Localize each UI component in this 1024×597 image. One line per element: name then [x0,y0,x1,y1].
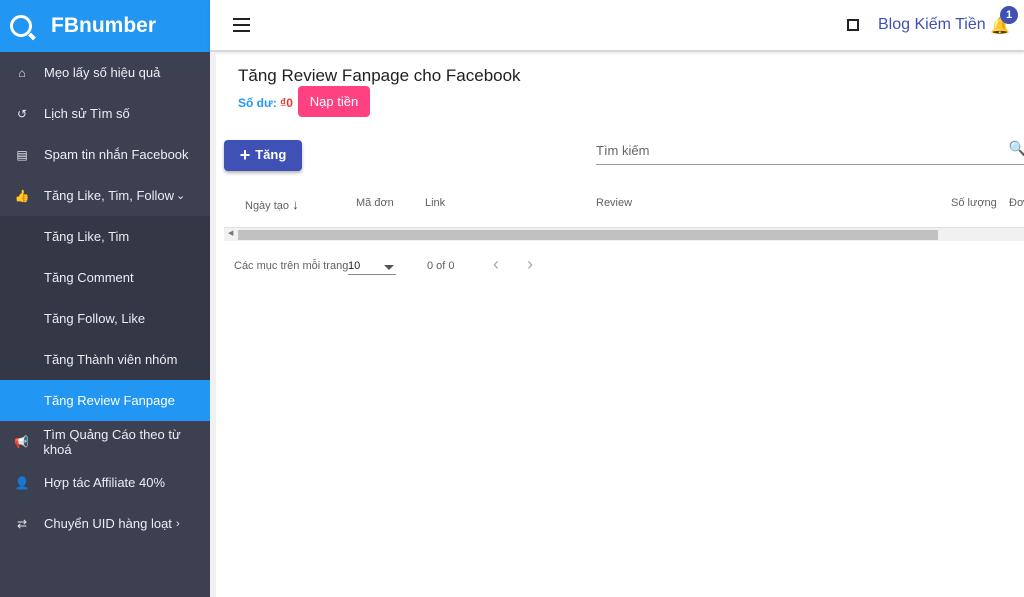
items-per-page-label: Các mục trên mỗi trang [234,260,349,272]
search-icon[interactable]: 🔍 [1009,140,1024,157]
sidebar-item-label: Tìm Quảng Cáo theo từ khoá [43,426,181,457]
balance-label: Số dư: [238,96,281,110]
previous-page-icon[interactable]: ‹ [493,254,499,275]
sidebar-item-spam[interactable]: ▤ Spam tin nhắn Facebook [0,134,210,175]
history-icon: ↺ [16,106,28,121]
submenu-label: Tăng Like, Tim [44,229,130,244]
sidebar-item-history[interactable]: ↺ Lịch sử Tìm số [0,93,210,134]
sidebar-item-label: Chuyển UID hàng loạt [44,516,172,531]
logo-search-phone-icon [10,15,32,37]
topup-button[interactable]: Nạp tiền [298,86,370,117]
submenu-label: Tăng Follow, Like [44,311,146,326]
column-header-link[interactable]: Link [425,197,445,209]
balance: Số dư: ₫0 [238,96,293,110]
megaphone-icon: 📢 [14,434,30,449]
blog-link[interactable]: Blog Kiếm Tiền [878,16,986,34]
thumb-up-icon: 👍 [14,188,30,203]
sidebar-item-label: Lịch sử Tìm số [44,106,130,121]
hamburger-menu-icon[interactable] [233,18,250,36]
column-header-order[interactable]: Mã đơn [356,197,394,209]
message-icon: ▤ [16,147,28,162]
submenu-item-comment[interactable]: Tăng Comment [0,257,210,298]
horizontal-scrollbar[interactable]: ◀ [224,227,1024,241]
balance-value: ₫0 [280,96,293,110]
search-input[interactable] [596,143,996,158]
sidebar-item-label: Mẹo lấy số hiệu quả [44,65,161,80]
chevron-down-icon: ⌄ [176,190,186,202]
column-header-quantity[interactable]: Số lượng [951,197,997,209]
sidebar-item-affiliate[interactable]: 👤 Hợp tác Affiliate 40% [0,462,210,503]
sidebar-item-uid[interactable]: ⇄ Chuyển UID hàng loạt › [0,503,210,544]
notification-badge: 1 [1000,6,1018,24]
sidebar: FBnumber ⌂ Mẹo lấy số hiệu quả ↺ Lịch sử T… [0,0,210,597]
home-icon: ⌂ [18,65,26,80]
scroll-left-icon[interactable]: ◀ [228,229,233,237]
column-header-review[interactable]: Review [596,197,632,209]
sidebar-item-label: Tăng Like, Tim, Follow [44,188,175,203]
submenu-label: Tăng Thành viên nhóm [44,352,178,367]
next-page-icon[interactable]: › [527,254,533,275]
brand[interactable]: FBnumber [0,0,210,52]
submenu-item-follow[interactable]: Tăng Follow, Like [0,298,210,339]
header-label: Ngày tạo [245,200,290,212]
add-label: Tăng [255,147,287,162]
column-header-extra[interactable]: Đơn [1009,197,1024,209]
sidebar-item-like[interactable]: 👍 Tăng Like, Tim, Follow ⌄ [0,175,210,216]
items-per-page-select[interactable]: 10 [348,256,396,275]
sidebar-item-label: Spam tin nhắn Facebook [44,147,189,162]
submenu-item-group[interactable]: Tăng Thành viên nhóm [0,339,210,380]
page-range: 0 of 0 [427,260,455,272]
submenu: Tăng Like, Tim Tăng Comment Tăng Follow,… [0,216,210,421]
add-order-button[interactable]: + Tăng [224,140,302,171]
sidebar-item-label: Hợp tác Affiliate 40% [44,475,166,490]
scrollbar-thumb[interactable] [238,230,938,240]
submenu-label: Tăng Review Fanpage [44,393,175,408]
fullscreen-icon[interactable] [847,19,859,31]
chevron-right-icon: › [176,517,180,530]
person-add-icon: 👤 [14,475,30,490]
plus-icon: + [239,145,256,165]
topbar: Blog Kiếm Tiền 🔔 1 [210,0,1024,52]
submenu-label: Tăng Comment [44,270,134,285]
main-content: Tăng Review Fanpage cho Facebook Số dư: … [216,54,1024,597]
brand-name: FBnumber [51,14,156,37]
search-field: 🔍 [596,140,1024,165]
page-title: Tăng Review Fanpage cho Facebook [238,66,521,85]
submenu-item-like-tim[interactable]: Tăng Like, Tim [0,216,210,257]
arrow-down-icon: ↓ [292,197,299,212]
swap-icon: ⇄ [16,516,28,531]
sidebar-item-tips[interactable]: ⌂ Mẹo lấy số hiệu quả [0,52,210,93]
submenu-item-review[interactable]: Tăng Review Fanpage [0,380,210,421]
sidebar-item-ads[interactable]: 📢 Tìm Quảng Cáo theo từ khoá [0,421,210,462]
column-header-date[interactable]: Ngày tạo ↓ [245,197,299,212]
